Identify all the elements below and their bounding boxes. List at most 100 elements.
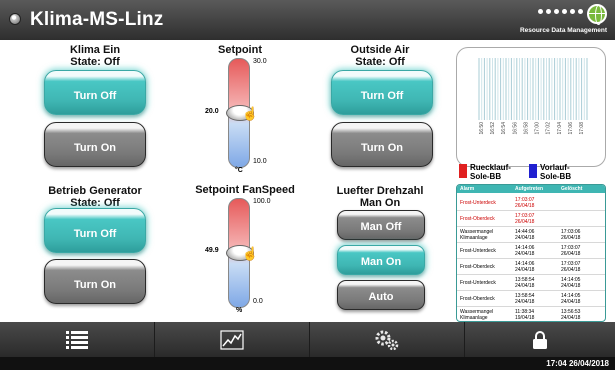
ruecklauf-legend-swatch [459,164,467,178]
alarm-table[interactable]: Alarm Aufgetreten Gelöscht Frost-Unterde… [456,184,606,322]
alarm-row[interactable]: Wassermangel Klimaanlage 11:38:34 19/04/18 1… [457,307,605,321]
generator-title: Betrieb Generator State: Off [30,185,160,209]
trend-chart[interactable]: 16:50 16:52 16:54 16:56 16:58 17:00 17:02 17:04… [456,47,606,167]
klima-turn-off-button[interactable]: Turn Off [44,70,146,115]
luefter-man-off-button[interactable]: Man Off [337,210,425,240]
alarm-row[interactable]: Wassermangel Klimaanlage 14:44:06 24/04/18 1… [457,227,605,243]
app-title: Klima-MS-Linz [30,9,164,30]
globe-icon [587,4,607,25]
fanspeed-min-label: 0.0 [253,298,263,305]
klima-ein-state: State: Off [70,56,120,68]
luefter-man-on-button[interactable]: Man On [337,245,425,275]
alarm-row[interactable]: Frost-Unterdeck 14:14:06 24/04/18 17:03:07 2… [457,243,605,259]
trend-x-tick-label: 16:52 [490,122,496,135]
alarm-occurred: 13:58:54 24/04/18 [515,277,535,289]
klima-ein-label: Klima Ein [69,44,121,56]
lock-icon [533,330,547,349]
hand-pointer-icon: ☝ [242,106,259,121]
alarm-row[interactable]: Frost-Unterdeck 13:58:54 24/04/18 14:14:05 2… [457,275,605,291]
alarm-column-header: Alarm [460,186,475,192]
alarm-cleared: 14:14:05 24/04/18 [561,277,581,289]
list-icon [66,330,88,349]
alarm-row[interactable]: Frost-Oberdeck 14:14:06 24/04/18 17:03:07 26… [457,259,605,275]
alarm-name: Frost-Unterdeck [460,280,496,286]
setpoint-unit: °C [235,167,243,174]
fanspeed-max-label: 100.0 [253,198,271,205]
setpoint-min-label: 10.0 [253,158,267,165]
alarm-table-header: Alarm Aufgetreten Gelöscht [457,185,605,193]
alarm-row[interactable]: Frost-Oberdeck 13:58:54 24/04/18 14:14:05 24… [457,291,605,307]
logo-text: Resource Data Management [519,27,607,34]
generator-turn-off-button[interactable]: Turn Off [44,208,146,253]
trend-x-tick-label: 17:04 [557,122,563,135]
nav-lock-button[interactable] [465,322,615,357]
logo-dots-icon [538,9,583,14]
outside-air-turn-on-button[interactable]: Turn On [331,122,433,167]
nav-settings-button[interactable] [310,322,465,357]
status-datetime: 17:04 26/04/2018 [546,359,609,368]
alarm-occurred: 14:14:06 24/04/18 [515,261,535,273]
setpoint-value: 20.0 [205,108,219,115]
ruecklauf-legend-label: Ruecklauf- Sole-BB [470,163,511,181]
nav-trend-button[interactable] [155,322,310,357]
alarm-occurred: 13:58:54 24/04/18 [515,293,535,305]
alarm-occurred: 14:14:06 24/04/18 [515,245,535,257]
luefter-title: Luefter Drehzahl Man On [320,185,440,209]
outside-air-turn-off-button[interactable]: Turn Off [331,70,433,115]
alarm-cleared: 14:14:05 24/04/18 [561,293,581,305]
trend-x-tick-label: 17:00 [535,122,541,135]
title-bar: Klima-MS-Linz Resource Data Management [0,0,615,40]
alarm-occurred: 17:03:07 26/04/18 [515,213,535,225]
trend-x-tick-label: 16:50 [479,122,485,135]
vorlauf-legend-line2: Sole-BB [540,172,572,181]
company-logo: Resource Data Management [509,4,609,38]
power-icon[interactable] [9,13,21,25]
hand-pointer-icon: ☝ [242,246,259,262]
cleared-column-header: Gelöscht [561,186,583,192]
trend-x-tick-label: 17:06 [568,122,574,135]
alarm-row[interactable]: Frost-Unterdeck 17:03:07 26/04/18 [457,195,605,211]
status-bar: 17:04 26/04/2018 [0,357,615,370]
alarm-name: Wassermangel Klimaanlage [460,309,494,321]
bottom-navigation [0,322,615,357]
alarm-row[interactable]: Frost-Oberdeck 17:03:07 26/04/18 [457,211,605,227]
settings-gears-icon [375,330,399,350]
trend-chart-icon [220,329,244,350]
fanspeed-unit: % [236,307,243,314]
klima-turn-on-button[interactable]: Turn On [44,122,146,167]
trend-x-tick-label: 17:08 [579,122,585,135]
trend-plot: 16:50 16:52 16:54 16:56 16:58 17:00 17:02 17:04… [478,58,588,135]
outside-air-state: State: Off [355,56,405,68]
klima-ein-title: Klima Ein State: Off [40,44,150,68]
trend-x-tick-label: 17:02 [546,122,552,135]
generator-turn-on-button[interactable]: Turn On [44,259,146,304]
alarm-cleared: 17:03:07 26/04/18 [561,261,581,273]
alarm-name: Frost-Unterdeck [460,200,496,206]
fanspeed-value: 49.9 [205,247,219,254]
alarm-cleared: 13:56:53 24/04/18 [561,309,581,321]
alarm-occurred: 11:38:34 19/04/18 [515,309,535,321]
nav-list-button[interactable] [0,322,155,357]
vorlauf-legend-line1: Vorlauf- [540,163,570,172]
trend-x-tick-label: 16:54 [501,122,507,135]
luefter-auto-button[interactable]: Auto [337,280,425,310]
ruecklauf-legend-line1: Ruecklauf- [470,163,511,172]
fanspeed-title: Setpoint FanSpeed [195,184,295,196]
trend-x-tick-label: 16:58 [523,122,529,135]
alarm-occurred: 14:44:06 24/04/18 [515,229,535,241]
setpoint-max-label: 30.0 [253,58,267,65]
alarm-name: Frost-Oberdeck [460,216,495,222]
occurred-column-header: Aufgetreten [515,186,544,192]
alarm-name: Frost-Oberdeck [460,264,495,270]
generator-label: Betrieb Generator [48,185,142,197]
trend-x-tick-label: 16:56 [512,122,518,135]
outside-air-label: Outside Air [350,44,410,56]
luefter-state: Man On [359,197,401,209]
vorlauf-legend-swatch [529,164,537,178]
alarm-occurred: 17:03:07 26/04/18 [515,197,535,209]
setpoint-title: Setpoint [218,44,262,56]
ruecklauf-legend-line2: Sole-BB [470,172,502,181]
alarm-name: Frost-Unterdeck [460,248,496,254]
alarm-name: Frost-Oberdeck [460,296,495,302]
alarm-name: Wassermangel Klimaanlage [460,229,494,241]
